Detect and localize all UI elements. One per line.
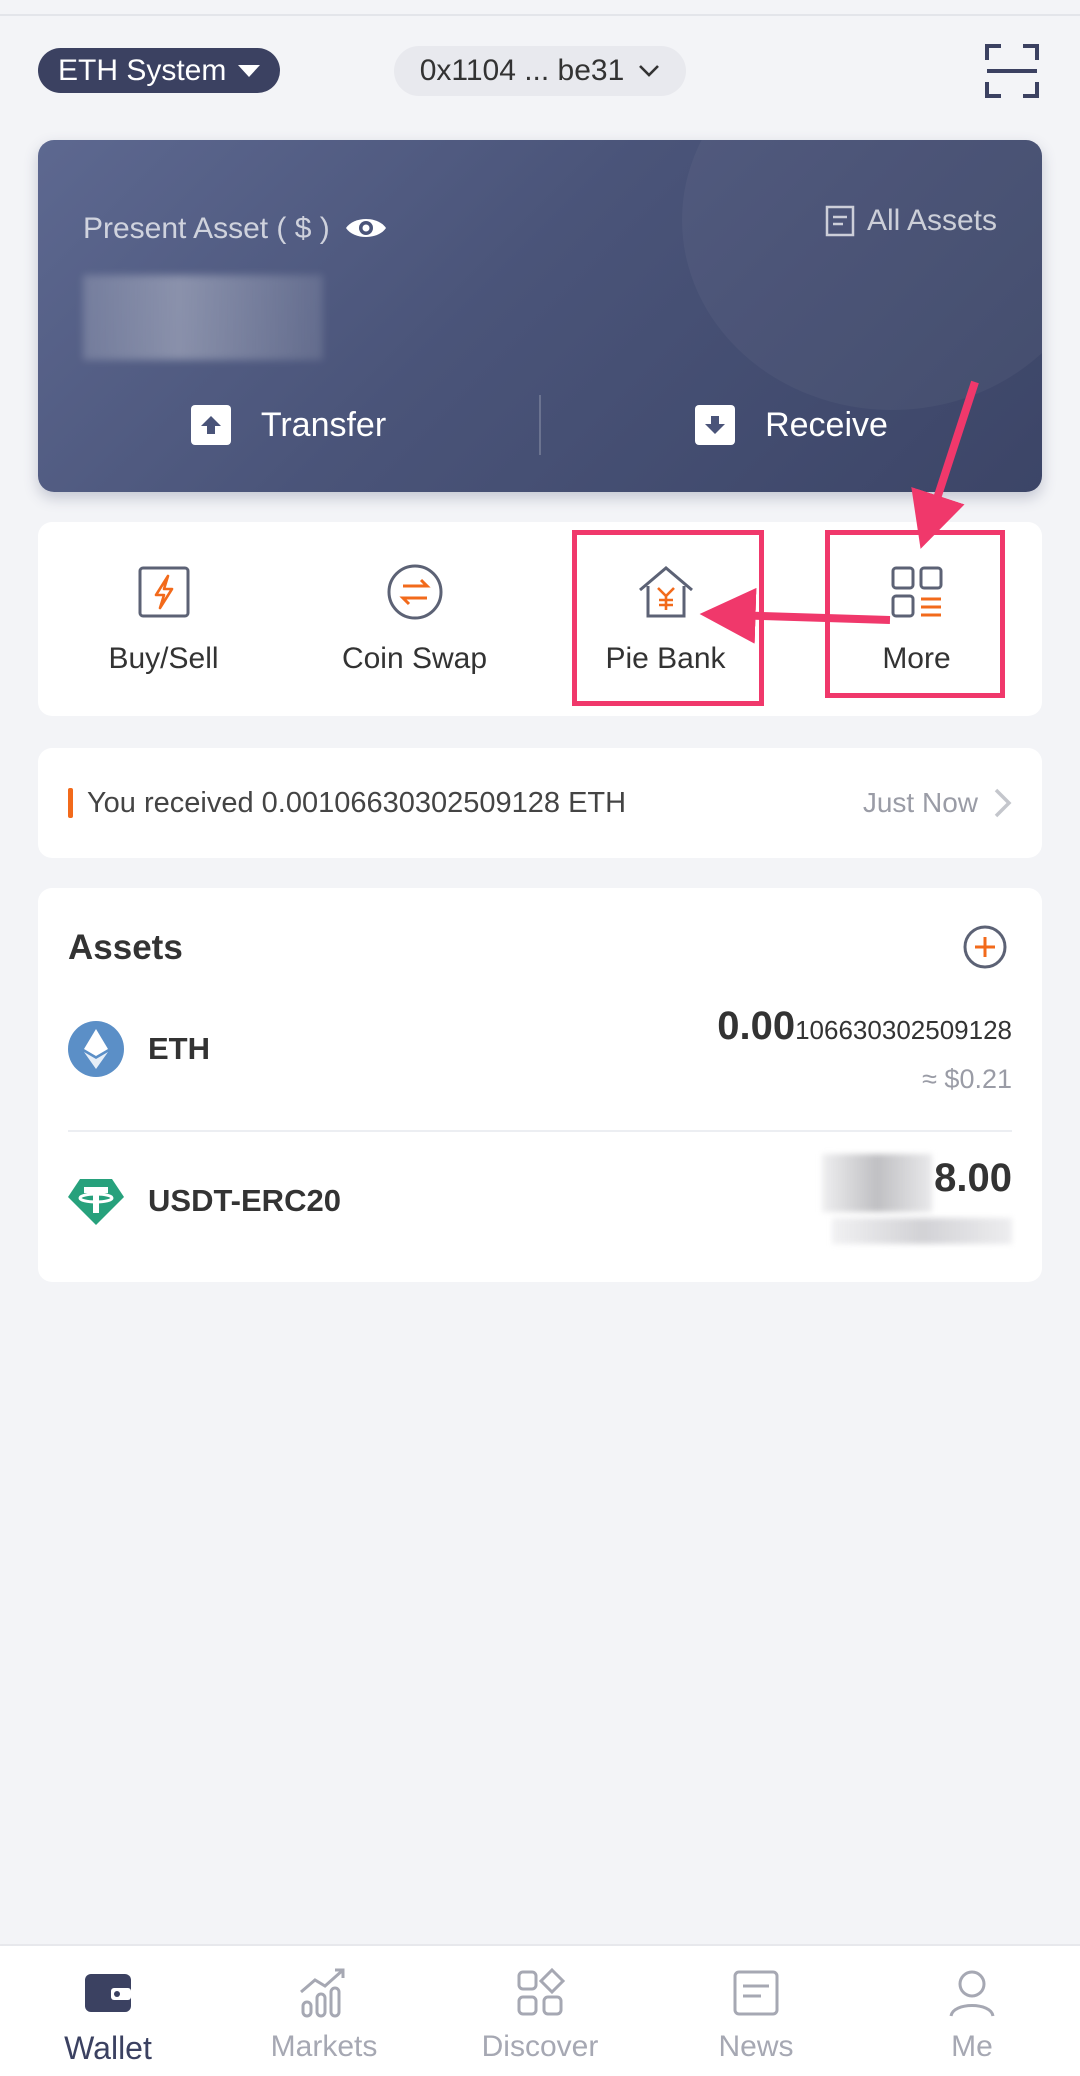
network-label: ETH System (58, 53, 227, 87)
wallet-address: 0x1104 ... be31 (419, 54, 625, 87)
transfer-label: Transfer (260, 405, 387, 444)
receive-label: Receive (765, 405, 888, 444)
tab-discover[interactable]: Discover (432, 1946, 648, 2076)
more-highlight (825, 530, 1005, 698)
coin-name: ETH (148, 1031, 210, 1066)
balance-main: 0.00 (717, 1004, 796, 1048)
hidden-balance (83, 275, 323, 360)
news-icon (733, 1970, 779, 2016)
tab-wallet[interactable]: Wallet (0, 1946, 216, 2076)
swap-icon (387, 564, 442, 620)
card-decoration (682, 140, 1042, 410)
eth-balance: 0.00106630302509128 (717, 1004, 1012, 1049)
balance-decimals: 106630302509128 (795, 1015, 1012, 1045)
usdt-balance: 8.00 (934, 1156, 1012, 1200)
notice-accent-bar (68, 788, 73, 818)
status-divider (0, 14, 1080, 16)
coin-name: USDT-ERC20 (148, 1183, 341, 1218)
coin-swap-button[interactable]: Coin Swap (289, 522, 540, 716)
asset-row-eth[interactable]: ETH 0.00106630302509128 ≈ $0.21 (68, 984, 1012, 1134)
chevron-right-icon (994, 788, 1012, 818)
coin-swap-label: Coin Swap (341, 642, 488, 675)
hidden-balance-prefix (822, 1154, 932, 1212)
transfer-button[interactable]: Transfer (38, 390, 539, 460)
tab-me[interactable]: Me (864, 1946, 1080, 2076)
tab-markets[interactable]: Markets (216, 1946, 432, 2076)
notice-text: You received 0.00106630302509128 ETH (87, 786, 627, 819)
tab-label: Wallet (64, 2030, 152, 2066)
user-icon (949, 1970, 995, 2017)
hidden-fiat-value (832, 1218, 1012, 1244)
all-assets-link[interactable]: All Assets (825, 204, 997, 238)
usdt-icon (68, 1179, 124, 1225)
network-selector[interactable]: ETH System (38, 48, 281, 93)
present-asset-label: Present Asset ( $ ) (83, 212, 330, 245)
tab-label: Discover (481, 2030, 599, 2063)
asset-card: Present Asset ( $ ) All Assets Transfer … (38, 140, 1042, 492)
assets-list: Assets ETH 0.00106630302509128 ≈ $0.21 U… (38, 888, 1042, 1282)
tab-label: Me (951, 2030, 993, 2063)
scan-icon[interactable] (985, 44, 1039, 98)
transaction-notice[interactable]: You received 0.00106630302509128 ETH Jus… (38, 748, 1042, 858)
lightning-card-icon (138, 566, 189, 618)
notice-time: Just Now (862, 787, 978, 818)
add-asset-icon[interactable] (962, 924, 1008, 970)
tab-label: Markets (270, 2030, 378, 2063)
chevron-down-icon (639, 65, 660, 77)
tab-news[interactable]: News (648, 1946, 864, 2076)
tab-label: News (718, 2030, 794, 2063)
card-actions: Transfer Receive (38, 390, 1042, 460)
all-assets-label: All Assets (866, 204, 997, 237)
buy-sell-label: Buy/Sell (108, 642, 219, 675)
upload-icon (190, 405, 231, 445)
discover-grid-icon (517, 1967, 566, 2016)
receive-button[interactable]: Receive (541, 390, 1042, 460)
caret-down-icon (238, 64, 261, 77)
pie-bank-highlight (572, 530, 764, 706)
asset-row-usdt[interactable]: USDT-ERC20 8.00 (68, 1136, 1012, 1286)
bottom-tab-bar: Wallet Markets Discover News Me (0, 1944, 1080, 2076)
download-icon (695, 405, 736, 445)
assets-title: Assets (68, 928, 183, 967)
eth-icon (68, 1021, 124, 1077)
buy-sell-button[interactable]: Buy/Sell (38, 522, 289, 716)
eye-icon[interactable] (344, 208, 388, 248)
wallet-address-selector[interactable]: 0x1104 ... be31 (394, 46, 686, 96)
fiat-value: ≈ $0.21 (922, 1064, 1012, 1094)
wallet-icon (85, 1974, 131, 2012)
document-icon (825, 205, 855, 237)
row-divider (68, 1130, 1012, 1132)
chart-icon (300, 1968, 345, 2018)
